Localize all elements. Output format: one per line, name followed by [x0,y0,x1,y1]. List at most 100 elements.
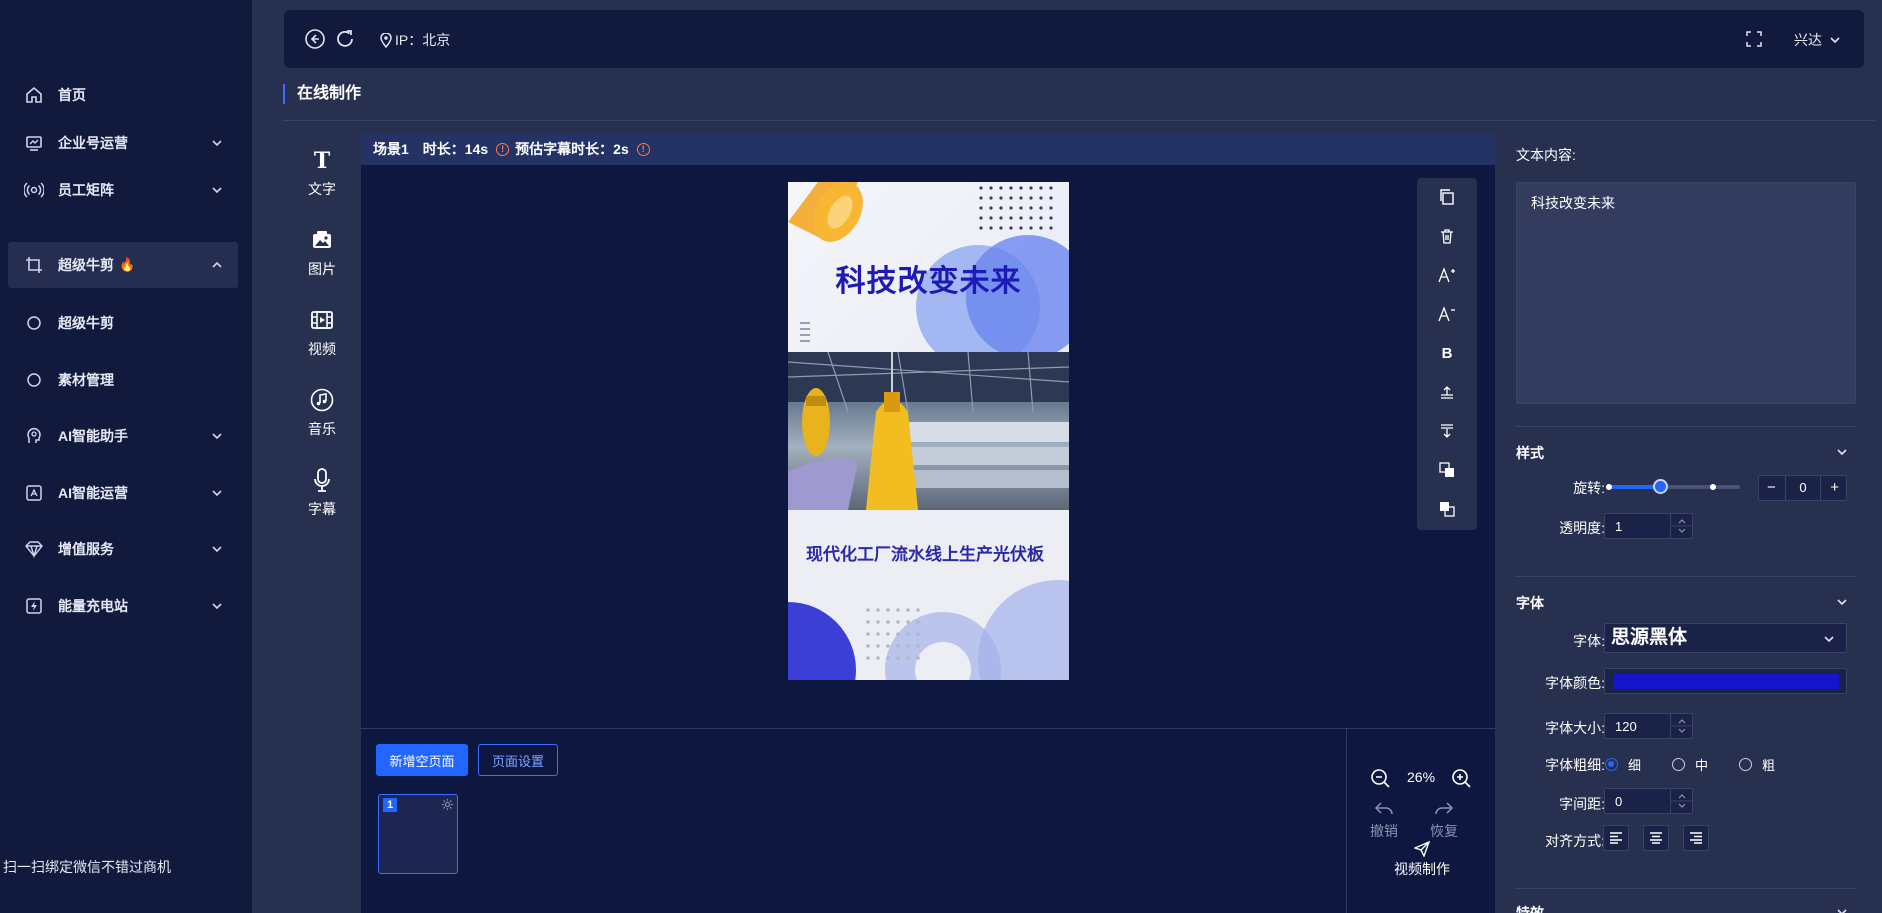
align-right-button[interactable] [1683,825,1709,851]
refresh-icon[interactable] [334,28,356,50]
stepper-arrows[interactable] [1670,714,1693,738]
sidebar-item-enterprise-ops[interactable]: 企业号运营 [8,120,238,166]
align-left-icon [1610,832,1622,844]
sidebar-item-super-cut[interactable]: 超级牛剪 🔥 [8,242,238,288]
properties-panel: 文本内容: 科技改变未来 样式 旋转: − 0 + 透明度: 1 字体 字体: … [1495,133,1875,913]
image-icon [283,225,361,255]
opacity-input[interactable]: 1 [1604,513,1693,539]
fullscreen-icon[interactable] [1746,31,1762,47]
svg-text:T: T [314,149,331,171]
microphone-icon [283,465,361,495]
sidebar-item-ai-assistant[interactable]: AI智能助手 [8,413,238,459]
redo-label: 恢复 [1430,823,1458,839]
letter-spacing-label: 字间距: [1559,796,1605,812]
copy-button[interactable] [1417,178,1477,216]
stepper-arrows[interactable] [1670,514,1693,538]
add-blank-page-button[interactable]: 新增空页面 [376,744,468,776]
location-pin-icon [380,32,392,48]
tool-subtitle[interactable]: 字幕 [283,465,361,535]
minus-icon[interactable]: − [1767,479,1776,496]
sidebar-item-energy-station[interactable]: 能量充电站 [8,583,238,629]
up-down-arrows-icon [1671,794,1693,808]
bring-to-front-button[interactable] [1417,451,1477,489]
plus-icon[interactable]: + [1830,479,1839,496]
chevron-down-icon [212,546,222,553]
sidebar-subitem-material-manage[interactable]: 素材管理 [8,357,238,403]
undo-button[interactable]: 撤销 [1364,801,1404,841]
rotation-value[interactable]: 0 [1785,476,1821,500]
tool-video[interactable]: 视频 [283,305,361,375]
rotation-stepper[interactable]: − 0 + [1758,475,1847,501]
weight-thin-radio[interactable]: 细 [1605,755,1641,774]
chevron-down-icon[interactable] [1835,595,1849,609]
bold-button[interactable]: B [1417,334,1477,372]
chevron-down-icon [212,490,222,497]
page-settings-button[interactable]: 页面设置 [478,744,558,776]
video-preview[interactable]: 科技改变未来 现代化工厂流水线上生产光伏板 [788,182,1069,680]
redo-icon [1435,802,1454,815]
monitor-chart-icon [24,133,44,153]
delete-button[interactable] [1417,217,1477,255]
preview-top-section: 科技改变未来 [788,182,1069,352]
gear-icon[interactable] [441,798,454,811]
align-center-button[interactable] [1643,825,1669,851]
zoom-panel: 26% 撤销 恢复 视频制作 [1346,728,1495,913]
rotation-slider[interactable] [1606,479,1740,494]
font-decrease-icon [1438,306,1455,322]
slider-handle[interactable] [1652,479,1668,494]
redo-button[interactable]: 恢复 [1424,801,1464,841]
weight-medium-radio[interactable]: 中 [1672,755,1708,774]
stepper-arrows[interactable] [1670,789,1693,813]
weight-bold-radio[interactable]: 粗 [1739,755,1775,774]
radio-icon [1672,758,1685,771]
font-color-label: 字体颜色: [1545,675,1605,691]
tools-panel: T 文字 图片 视频 音乐 字幕 [283,133,361,913]
zoom-out-icon[interactable] [1369,767,1391,789]
preview-headline[interactable]: 科技改变未来 [788,256,1069,300]
warning-icon: ! [496,142,510,156]
bind-wechat-hint[interactable]: 扫一扫绑定微信不错过商机 [3,857,171,877]
diamond-icon [24,539,44,559]
chevron-down-icon [1830,37,1840,44]
chevron-down-icon [1824,636,1834,643]
page-number-badge: 1 [383,798,397,812]
font-size-input[interactable]: 120 [1604,713,1693,739]
warning-icon: ! [636,142,650,156]
preview-caption[interactable]: 现代化工厂流水线上生产光伏板 [806,540,1044,565]
style-section-title: 样式 [1516,445,1544,461]
tool-image[interactable]: 图片 [283,225,361,295]
font-increase-button[interactable] [1417,256,1477,294]
make-video-button[interactable]: 视频制作 [1377,841,1467,879]
sidebar-item-value-added[interactable]: 增值服务 [8,526,238,572]
user-menu[interactable]: 兴达 [1794,30,1842,50]
radio-label: 粗 [1762,758,1776,773]
sidebar-item-label: 素材管理 [58,372,114,388]
font-family-select[interactable]: 思源黑体 [1604,623,1847,653]
align-left-button[interactable] [1603,825,1629,851]
send-to-back-button[interactable] [1417,490,1477,528]
zoom-in-icon[interactable] [1450,767,1472,789]
radio-checked-icon [1605,758,1618,771]
font-decrease-button[interactable] [1417,295,1477,333]
sidebar-subitem-super-cut[interactable]: 超级牛剪 [8,300,238,346]
letter-spacing-input[interactable]: 0 [1604,788,1693,814]
factory-illustration [788,352,1069,510]
back-icon[interactable] [304,28,326,50]
sidebar-item-home[interactable]: 首页 [8,72,238,118]
sidebar-item-staff-matrix[interactable]: 员工矩阵 [8,167,238,213]
tool-music[interactable]: 音乐 [283,385,361,455]
sidebar-item-label: AI智能助手 [58,428,128,444]
chevron-down-icon[interactable] [1835,445,1849,459]
font-color-picker[interactable] [1604,668,1847,694]
chevron-down-icon[interactable] [1835,905,1849,913]
page-thumbnail[interactable]: 1 [378,794,458,874]
slider-marker [1606,484,1612,490]
layer-up-button[interactable] [1417,373,1477,411]
sidebar-item-label: 员工矩阵 [58,182,114,198]
layer-down-button[interactable] [1417,412,1477,450]
text-content-textarea[interactable]: 科技改变未来 [1516,182,1856,404]
sidebar-item-ai-ops[interactable]: AI智能运营 [8,470,238,516]
make-video-label: 视频制作 [1394,861,1450,877]
decorative-background [788,580,1069,680]
tool-text[interactable]: T 文字 [283,145,361,215]
